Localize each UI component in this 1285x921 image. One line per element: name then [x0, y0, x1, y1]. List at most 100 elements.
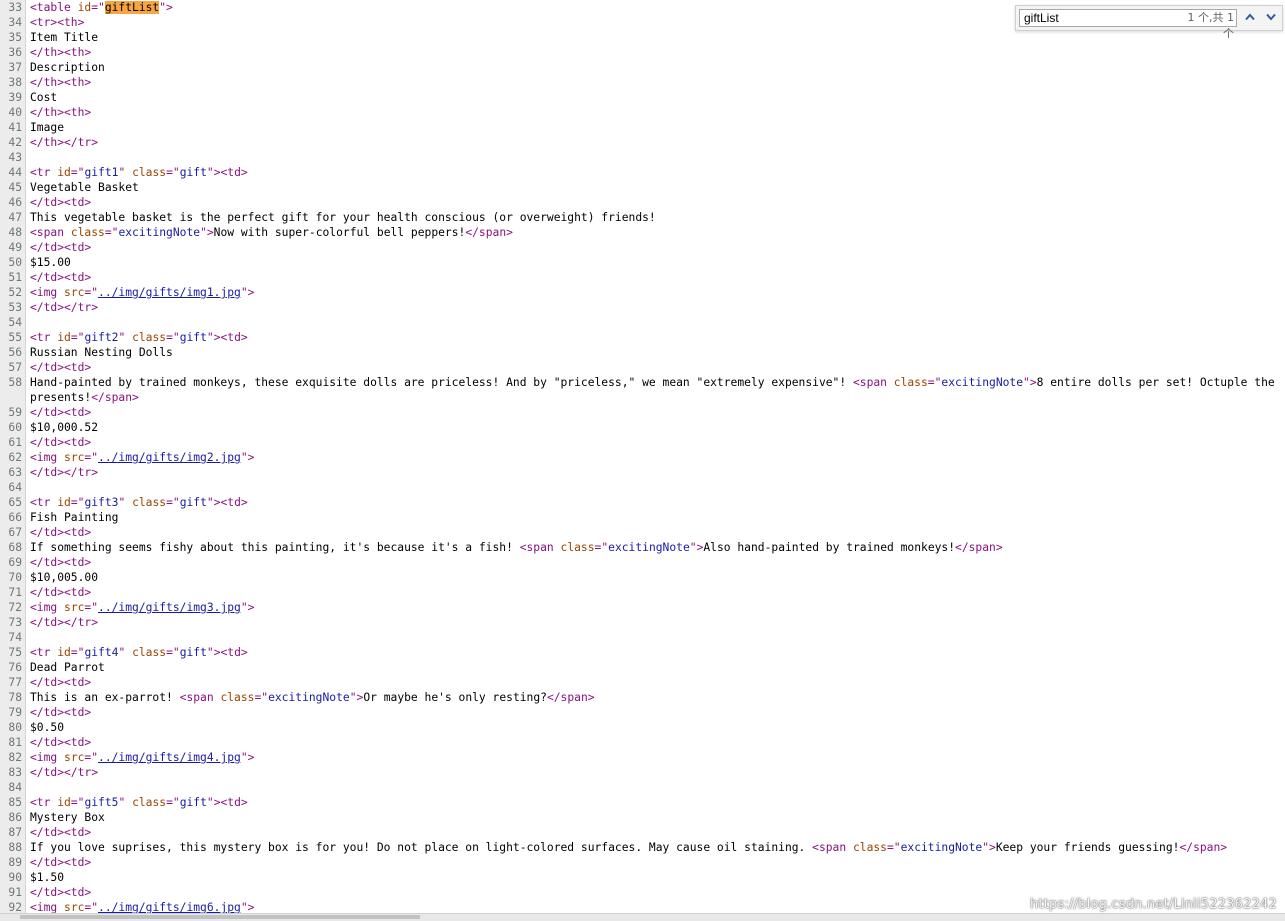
source-line: 84: [0, 780, 1285, 795]
line-code: Fish Painting: [30, 510, 1285, 525]
line-code: This is an ex-parrot! <span class="excit…: [30, 690, 1285, 705]
tag-token: <span: [179, 691, 221, 704]
scrollbar-thumb[interactable]: [20, 915, 420, 919]
line-number: 76: [8, 661, 22, 674]
source-line: 52 <img src="../img/gifts/img1.jpg">: [0, 285, 1285, 300]
source-line: 68 If something seems fishy about this pa…: [0, 540, 1285, 555]
line-number: 79: [8, 706, 22, 719]
line-number: 68: [8, 541, 22, 554]
line-number: 88: [8, 841, 22, 854]
attribute-name-token: src: [64, 286, 85, 299]
line-number: 77: [8, 676, 22, 689]
find-previous-button[interactable]: [1240, 9, 1260, 27]
line-number: 66: [8, 511, 22, 524]
find-next-button[interactable]: [1261, 9, 1281, 27]
find-match-count: 1 个,共 1 个: [1187, 11, 1235, 40]
attribute-value-token: excitingNote: [900, 841, 983, 854]
source-link[interactable]: ../img/gifts/img2.jpg: [98, 451, 241, 464]
tag-token: ">: [159, 1, 173, 14]
line-number: 41: [8, 121, 22, 134]
line-number: 89: [8, 856, 22, 869]
tag-token: </th></tr>: [30, 136, 99, 149]
tag-token: "><td>: [206, 496, 248, 509]
tag-token: </td><td>: [30, 361, 92, 374]
attribute-value-token: gift4: [84, 646, 119, 659]
source-line: 73 </td></tr>: [0, 615, 1285, 630]
tag-token: =": [84, 286, 99, 299]
line-code: </td><td>: [30, 525, 1285, 540]
line-code: </td><td>: [30, 855, 1285, 870]
line-code: </td></tr>: [30, 300, 1285, 315]
line-number: 57: [8, 361, 22, 374]
tag-token: </span>: [465, 226, 513, 239]
text-token: $10,005.00: [30, 571, 99, 584]
source-line: 57 </td><td>: [0, 360, 1285, 375]
line-code: </td><td>: [30, 405, 1285, 420]
tag-token: </td><td>: [30, 436, 92, 449]
source-line: 76 Dead Parrot: [0, 660, 1285, 675]
line-number: 42: [8, 136, 22, 149]
line-number: 78: [8, 691, 22, 704]
line-number: 86: [8, 811, 22, 824]
text-token: Russian Nesting Dolls: [30, 346, 173, 359]
tag-token: </td></tr>: [30, 301, 99, 314]
tag-token: <tr><th>: [30, 16, 85, 29]
tag-token: </td><td>: [30, 271, 92, 284]
tag-token: =": [84, 451, 99, 464]
line-code: Item Title: [30, 30, 1285, 45]
text-token: Now with super-colorful bell peppers!: [213, 226, 466, 239]
line-number: 48: [8, 226, 22, 239]
attribute-value-token: excitingNote: [118, 226, 201, 239]
source-line: 41 Image: [0, 120, 1285, 135]
line-code: <span class="excitingNote">Now with supe…: [30, 225, 1285, 240]
attribute-name-token: class: [132, 331, 167, 344]
line-number: 62: [8, 451, 22, 464]
text-token: $1.50: [30, 871, 65, 884]
attribute-value-token: excitingNote: [608, 541, 690, 554]
attribute-value-token: excitingNote: [268, 691, 350, 704]
source-link[interactable]: ../img/gifts/img4.jpg: [98, 751, 241, 764]
line-code: </td><td>: [30, 825, 1285, 840]
tag-token: =": [84, 601, 99, 614]
line-code: $10,005.00: [30, 570, 1285, 585]
line-number: 43: [8, 151, 22, 164]
source-line: 50 $15.00: [0, 255, 1285, 270]
source-link[interactable]: ../img/gifts/img1.jpg: [98, 286, 241, 299]
line-number: 84: [8, 781, 22, 794]
tag-token: =": [594, 541, 609, 554]
source-line: 46 </td><td>: [0, 195, 1285, 210]
source-line: 72 <img src="../img/gifts/img3.jpg">: [0, 600, 1285, 615]
source-line: 49 </td><td>: [0, 240, 1285, 255]
line-number: 47: [8, 211, 22, 224]
line-number: 72: [8, 601, 22, 614]
attribute-name-token: id: [77, 1, 92, 14]
text-token: Image: [30, 121, 65, 134]
line-code: Vegetable Basket: [30, 180, 1285, 195]
text-token: Hand-painted by trained monkeys, these e…: [30, 376, 853, 389]
source-line: 71 </td><td>: [0, 585, 1285, 600]
attribute-name-token: src: [64, 601, 85, 614]
line-number: 73: [8, 616, 22, 629]
source-line: 62 <img src="../img/gifts/img2.jpg">: [0, 450, 1285, 465]
source-line: 39 Cost: [0, 90, 1285, 105]
source-line: 77 </td><td>: [0, 675, 1285, 690]
line-code: </th><th>: [30, 75, 1285, 90]
line-code: </td><td>: [30, 435, 1285, 450]
horizontal-scrollbar[interactable]: [0, 913, 1285, 921]
line-code: Description: [30, 60, 1285, 75]
tag-token: =": [886, 841, 901, 854]
tag-token: </td><td>: [30, 196, 92, 209]
line-number: 49: [8, 241, 22, 254]
line-number: 55: [8, 331, 22, 344]
line-code: </td><td>: [30, 360, 1285, 375]
text-token: Dead Parrot: [30, 661, 105, 674]
tag-token: =": [166, 166, 180, 179]
attribute-name-token: class: [220, 691, 255, 704]
attribute-value-token: excitingNote: [941, 376, 1024, 389]
source-line: 64: [0, 480, 1285, 495]
source-line: 63 </td></tr>: [0, 465, 1285, 480]
tag-token: =": [91, 1, 105, 14]
find-bar: 1 个,共 1 个: [1015, 5, 1283, 40]
source-link[interactable]: ../img/gifts/img3.jpg: [98, 601, 241, 614]
attribute-value-token: gift2: [84, 331, 119, 344]
